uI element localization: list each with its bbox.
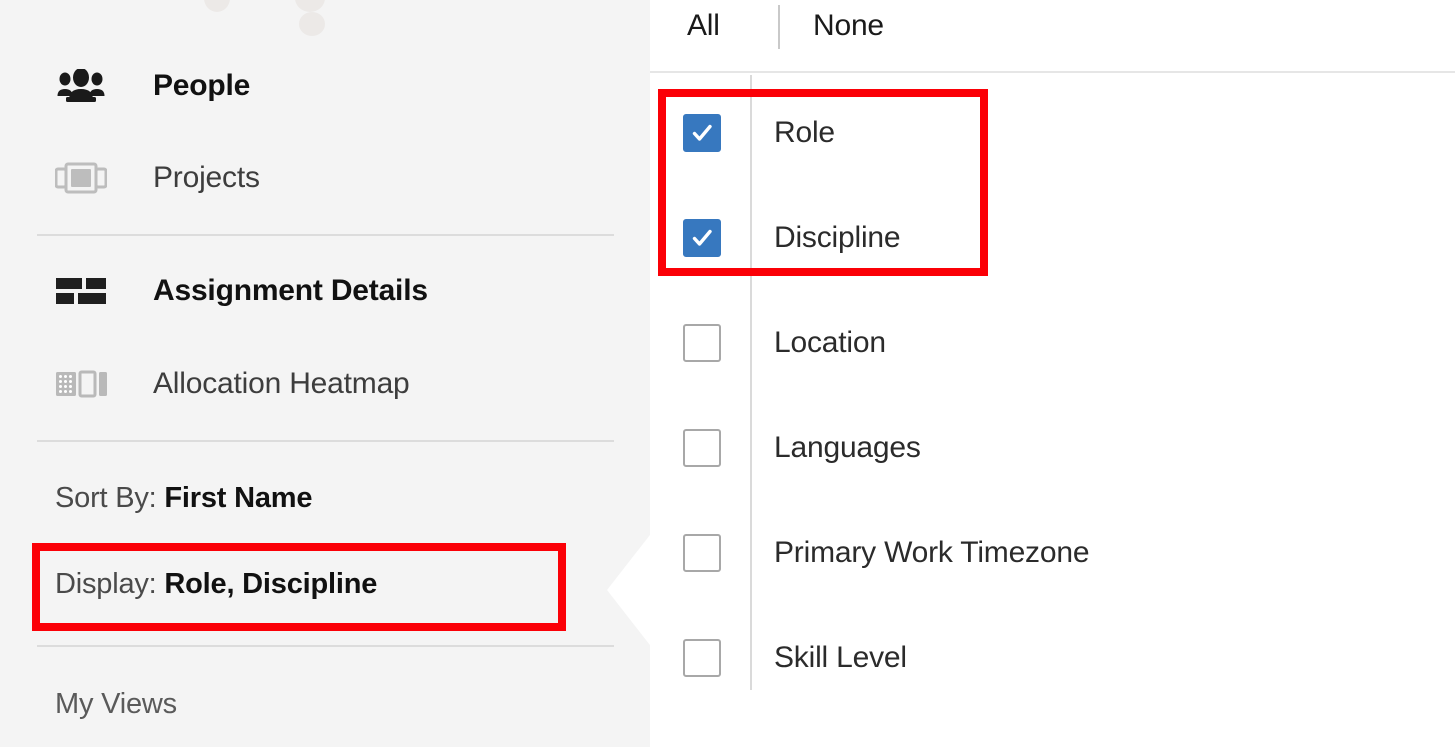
display-value: Role, Discipline (164, 568, 378, 600)
display-row[interactable]: Display: Role, Discipline (55, 568, 377, 601)
sidebar-divider (37, 440, 614, 442)
projects-carousel-icon (55, 158, 111, 198)
assignment-bars-icon (55, 271, 111, 311)
sidebar-item-label: Projects (153, 161, 260, 194)
checkbox-primary-work-timezone[interactable] (683, 534, 721, 572)
allocation-heatmap-icon (55, 364, 111, 404)
display-options-panel: All None Role Discipline Location Langua… (650, 0, 1455, 747)
sidebar-divider (37, 645, 614, 647)
option-label: Role (774, 116, 835, 149)
cut-off-artifact (299, 12, 325, 36)
sidebar-item-people[interactable]: People (0, 57, 650, 115)
sidebar-divider (37, 234, 614, 236)
option-row-role[interactable]: Role (650, 104, 1455, 162)
cut-off-artifact (204, 0, 230, 12)
option-row-primary-work-timezone[interactable]: Primary Work Timezone (650, 524, 1455, 582)
people-group-icon (55, 66, 111, 106)
option-label: Skill Level (774, 641, 907, 674)
checkbox-discipline[interactable] (683, 219, 721, 257)
option-label: Languages (774, 431, 921, 464)
sidebar-item-label: Allocation Heatmap (153, 367, 410, 400)
option-label: Location (774, 326, 886, 359)
cut-off-artifact (295, 0, 325, 12)
option-row-languages[interactable]: Languages (650, 419, 1455, 477)
display-label: Display: (55, 568, 157, 600)
checkbox-skill-level[interactable] (683, 639, 721, 677)
sidebar-item-assignment-details[interactable]: Assignment Details (0, 262, 650, 320)
checkbox-languages[interactable] (683, 429, 721, 467)
checkbox-column-rule (750, 75, 752, 690)
sort-by-label: Sort By: (55, 482, 157, 514)
option-row-discipline[interactable]: Discipline (650, 209, 1455, 267)
option-label: Discipline (774, 221, 901, 254)
option-row-skill-level[interactable]: Skill Level (650, 629, 1455, 687)
checkbox-location[interactable] (683, 324, 721, 362)
display-options-screen: People Projects Assignment Details Alloc… (0, 0, 1455, 747)
option-row-location[interactable]: Location (650, 314, 1455, 372)
sort-by-row[interactable]: Sort By: First Name (55, 482, 312, 515)
checkbox-role[interactable] (683, 114, 721, 152)
panel-header-rule (650, 71, 1455, 73)
my-views-label[interactable]: My Views (55, 688, 177, 721)
sidebar-item-label: Assignment Details (153, 274, 428, 307)
sort-by-value: First Name (164, 482, 313, 514)
sidebar-item-projects[interactable]: Projects (0, 149, 650, 207)
select-all-link[interactable]: All (687, 9, 720, 43)
panel-header: All None (650, 0, 1455, 72)
select-none-link[interactable]: None (813, 9, 884, 43)
option-label: Primary Work Timezone (774, 536, 1090, 569)
sidebar-item-allocation-heatmap[interactable]: Allocation Heatmap (0, 355, 650, 413)
sidebar-item-label: People (153, 69, 251, 102)
header-separator (778, 5, 780, 49)
left-sidebar: People Projects Assignment Details Alloc… (0, 0, 650, 747)
